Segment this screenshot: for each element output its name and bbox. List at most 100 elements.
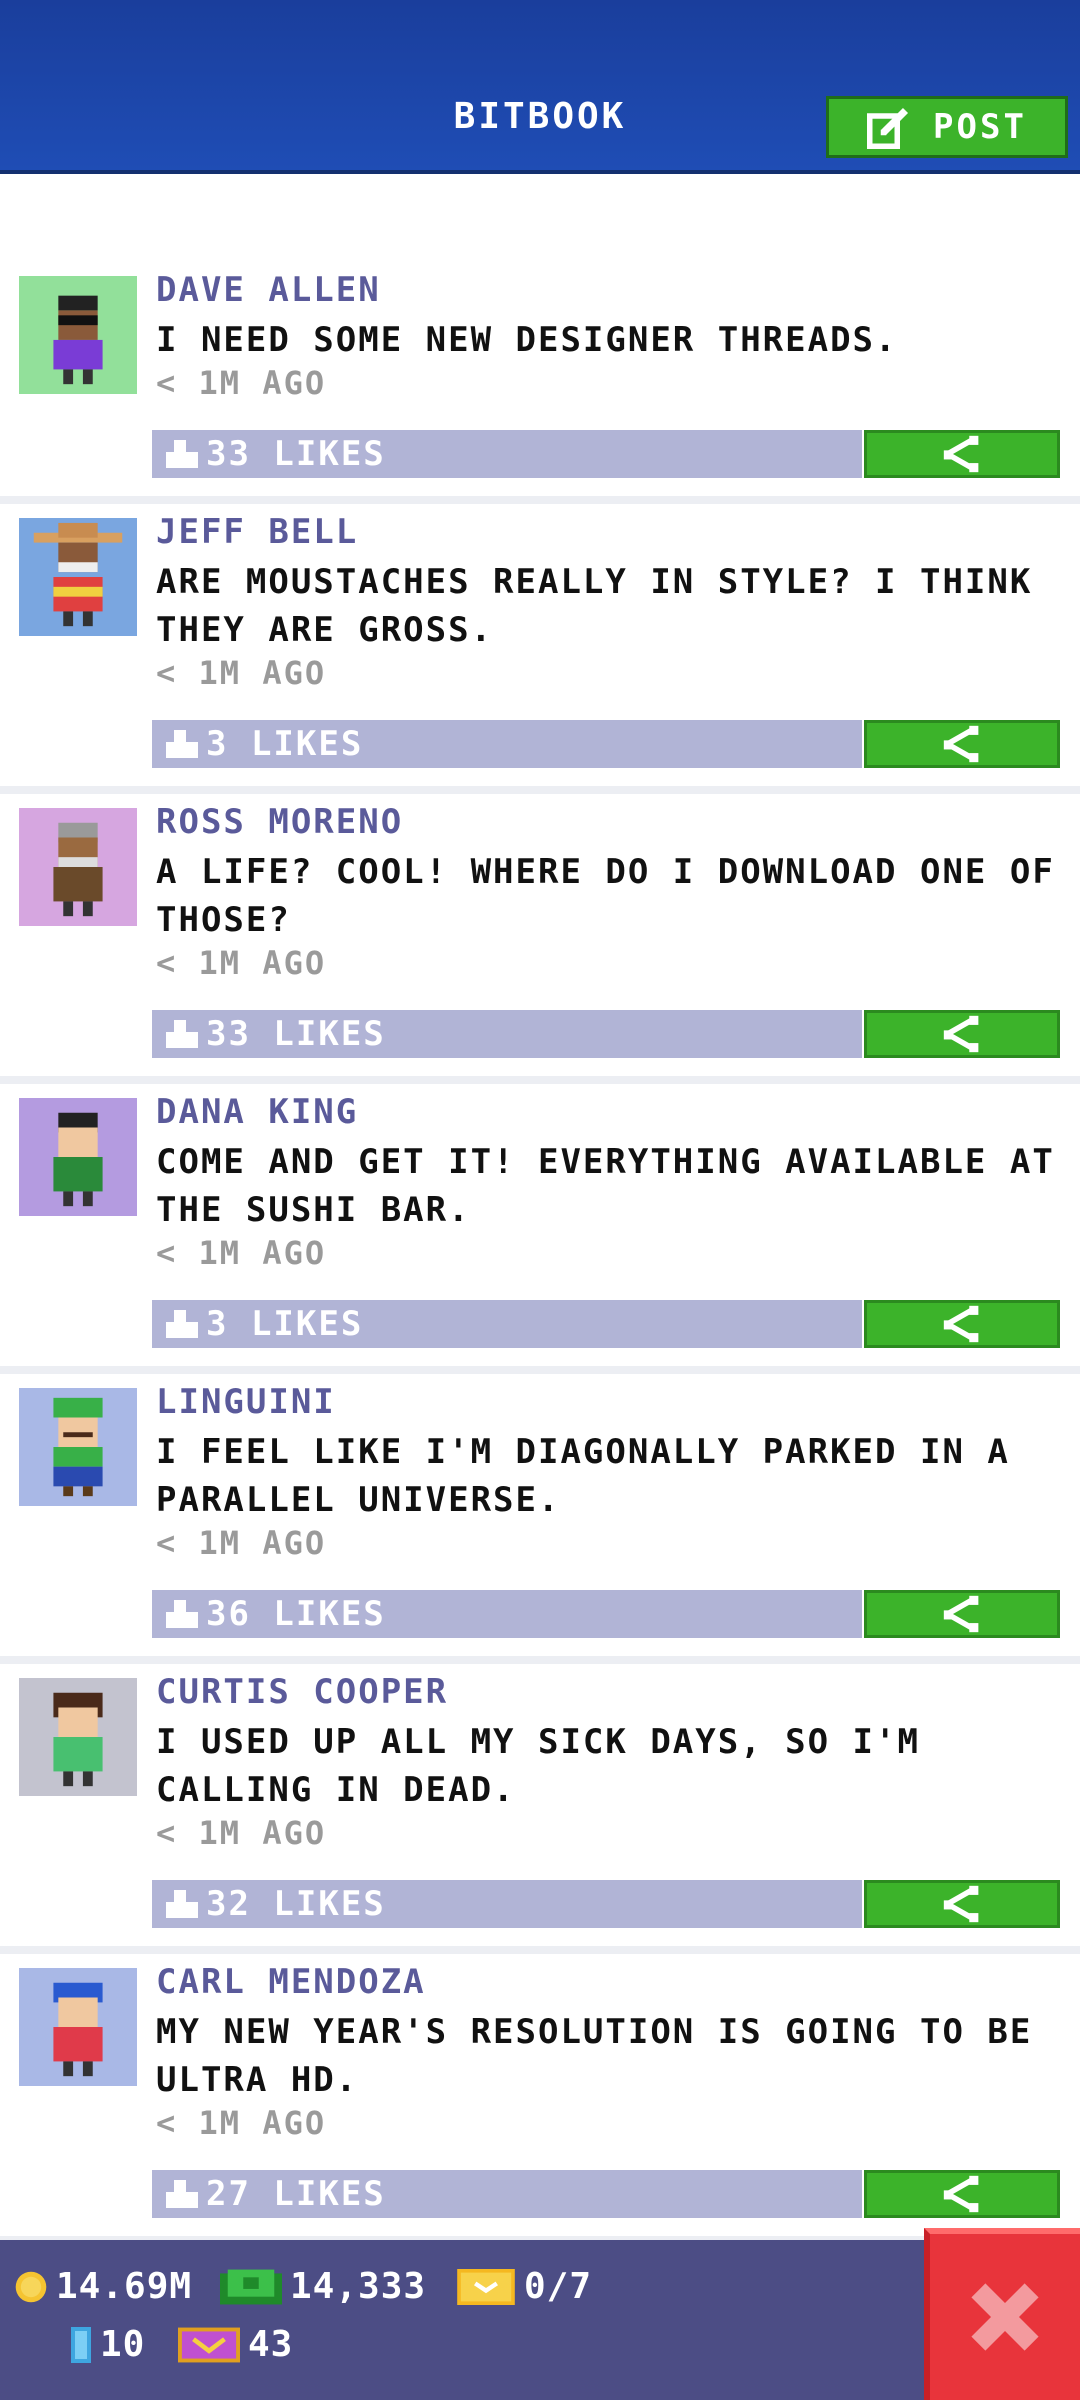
post-message: I NEED SOME NEW DESIGNER THREADS. (156, 320, 898, 360)
post-message: ARE MOUSTACHES REALLY IN STYLE? I THINK … (156, 562, 1033, 650)
character-avatar-icon (19, 1098, 137, 1216)
thumbs-up-icon (166, 1600, 198, 1628)
likes-count: 33 LIKES (206, 1014, 386, 1054)
post-time: < 1M AGO (156, 2104, 327, 2142)
poster-name[interactable]: LINGUINI (156, 1382, 336, 1422)
close-icon (971, 2283, 1039, 2351)
feed-post: DAVE ALLEN I NEED SOME NEW DESIGNER THRE… (0, 262, 1080, 504)
likes-count: 32 LIKES (206, 1884, 386, 1924)
likes-count: 3 LIKES (206, 724, 364, 764)
like-button[interactable]: 27 LIKES (152, 2170, 862, 2218)
thumbs-up-icon (166, 730, 198, 758)
like-button[interactable]: 33 LIKES (152, 430, 862, 478)
avatar (19, 518, 137, 636)
like-button[interactable]: 36 LIKES (152, 1590, 862, 1638)
share-button[interactable] (864, 1010, 1060, 1058)
like-button[interactable]: 3 LIKES (152, 1300, 862, 1348)
coins-value: 14.69M (56, 2266, 193, 2307)
vip-value: 43 (248, 2324, 294, 2365)
tickets-value: 0/7 (524, 2266, 593, 2307)
feed-post: CARL MENDOZA MY NEW YEAR'S RESOLUTION IS… (0, 1954, 1080, 2244)
post-time: < 1M AGO (156, 1814, 327, 1852)
resource-status-bar: 14.69M 14,333 0/7 10 43 (0, 2240, 1080, 2400)
feed-post: JEFF BELL ARE MOUSTACHES REALLY IN STYLE… (0, 504, 1080, 794)
vip-stat[interactable]: 43 (178, 2324, 293, 2365)
feed-post: ROSS MORENO A LIFE? COOL! WHERE DO I DOW… (0, 794, 1080, 1084)
post-message: A LIFE? COOL! WHERE DO I DOWNLOAD ONE OF… (156, 852, 1055, 940)
poster-name[interactable]: DANA KING (156, 1092, 358, 1132)
avatar (19, 1388, 137, 1506)
share-icon (943, 2175, 979, 2213)
post-message: MY NEW YEAR'S RESOLUTION IS GOING TO BE … (156, 2012, 1033, 2100)
vip-ticket-icon (178, 2327, 240, 2362)
bux-cash-icon (220, 2269, 282, 2304)
post-time: < 1M AGO (156, 1524, 327, 1562)
elevator-battery-icon (71, 2326, 91, 2363)
post-message: I USED UP ALL MY SICK DAYS, SO I'M CALLI… (156, 1722, 920, 1810)
character-avatar-icon (19, 276, 137, 394)
share-icon (943, 1595, 979, 1633)
poster-name[interactable]: DAVE ALLEN (156, 270, 381, 310)
character-avatar-icon (19, 808, 137, 926)
character-avatar-icon (19, 518, 137, 636)
thumbs-up-icon (166, 1020, 198, 1048)
close-button[interactable] (924, 2228, 1080, 2400)
thumbs-up-icon (166, 1310, 198, 1338)
feed-post: LINGUINI I FEEL LIKE I'M DIAGONALLY PARK… (0, 1374, 1080, 1664)
avatar (19, 1098, 137, 1216)
post-feed[interactable]: DAVE ALLEN I NEED SOME NEW DESIGNER THRE… (0, 262, 1080, 2244)
post-button[interactable]: POST (826, 96, 1068, 158)
share-button[interactable] (864, 430, 1060, 478)
share-icon (943, 1885, 979, 1923)
post-button-label: POST (933, 107, 1027, 147)
feed-post: DANA KING COME AND GET IT! EVERYTHING AV… (0, 1084, 1080, 1374)
thumbs-up-icon (166, 440, 198, 468)
post-time: < 1M AGO (156, 1234, 327, 1272)
edit-icon (867, 107, 909, 149)
share-button[interactable] (864, 1300, 1060, 1348)
share-button[interactable] (864, 1590, 1060, 1638)
elevator-value: 10 (100, 2324, 146, 2365)
coins-stat[interactable]: 14.69M (14, 2266, 192, 2307)
elevator-stat[interactable]: 10 (70, 2324, 145, 2365)
avatar (19, 1678, 137, 1796)
avatar (19, 276, 137, 394)
thumbs-up-icon (166, 2180, 198, 2208)
tickets-stat[interactable]: 0/7 (456, 2266, 592, 2307)
post-time: < 1M AGO (156, 654, 327, 692)
post-message: COME AND GET IT! EVERYTHING AVAILABLE AT… (156, 1142, 1055, 1230)
bux-stat[interactable]: 14,333 (220, 2266, 426, 2307)
avatar (19, 808, 137, 926)
share-button[interactable] (864, 1880, 1060, 1928)
like-button[interactable]: 32 LIKES (152, 1880, 862, 1928)
like-button[interactable]: 33 LIKES (152, 1010, 862, 1058)
likes-count: 36 LIKES (206, 1594, 386, 1634)
thumbs-up-icon (166, 1890, 198, 1918)
post-time: < 1M AGO (156, 944, 327, 982)
likes-count: 33 LIKES (206, 434, 386, 474)
share-icon (943, 1015, 979, 1053)
likes-count: 27 LIKES (206, 2174, 386, 2214)
ticket-icon (457, 2268, 515, 2305)
poster-name[interactable]: CURTIS COOPER (156, 1672, 448, 1712)
share-icon (943, 725, 979, 763)
share-button[interactable] (864, 720, 1060, 768)
character-avatar-icon (19, 1678, 137, 1796)
likes-count: 3 LIKES (206, 1304, 364, 1344)
post-message: I FEEL LIKE I'M DIAGONALLY PARKED IN A P… (156, 1432, 1010, 1520)
bux-value: 14,333 (290, 2266, 427, 2307)
avatar (19, 1968, 137, 2086)
app-header: BITBOOK POST (0, 0, 1080, 174)
poster-name[interactable]: ROSS MORENO (156, 802, 403, 842)
share-icon (943, 435, 979, 473)
coin-icon (15, 2271, 47, 2302)
share-icon (943, 1305, 979, 1343)
feed-post: CURTIS COOPER I USED UP ALL MY SICK DAYS… (0, 1664, 1080, 1954)
character-avatar-icon (19, 1388, 137, 1506)
share-button[interactable] (864, 2170, 1060, 2218)
like-button[interactable]: 3 LIKES (152, 720, 862, 768)
poster-name[interactable]: JEFF BELL (156, 512, 358, 552)
post-time: < 1M AGO (156, 364, 327, 402)
character-avatar-icon (19, 1968, 137, 2086)
poster-name[interactable]: CARL MENDOZA (156, 1962, 426, 2002)
